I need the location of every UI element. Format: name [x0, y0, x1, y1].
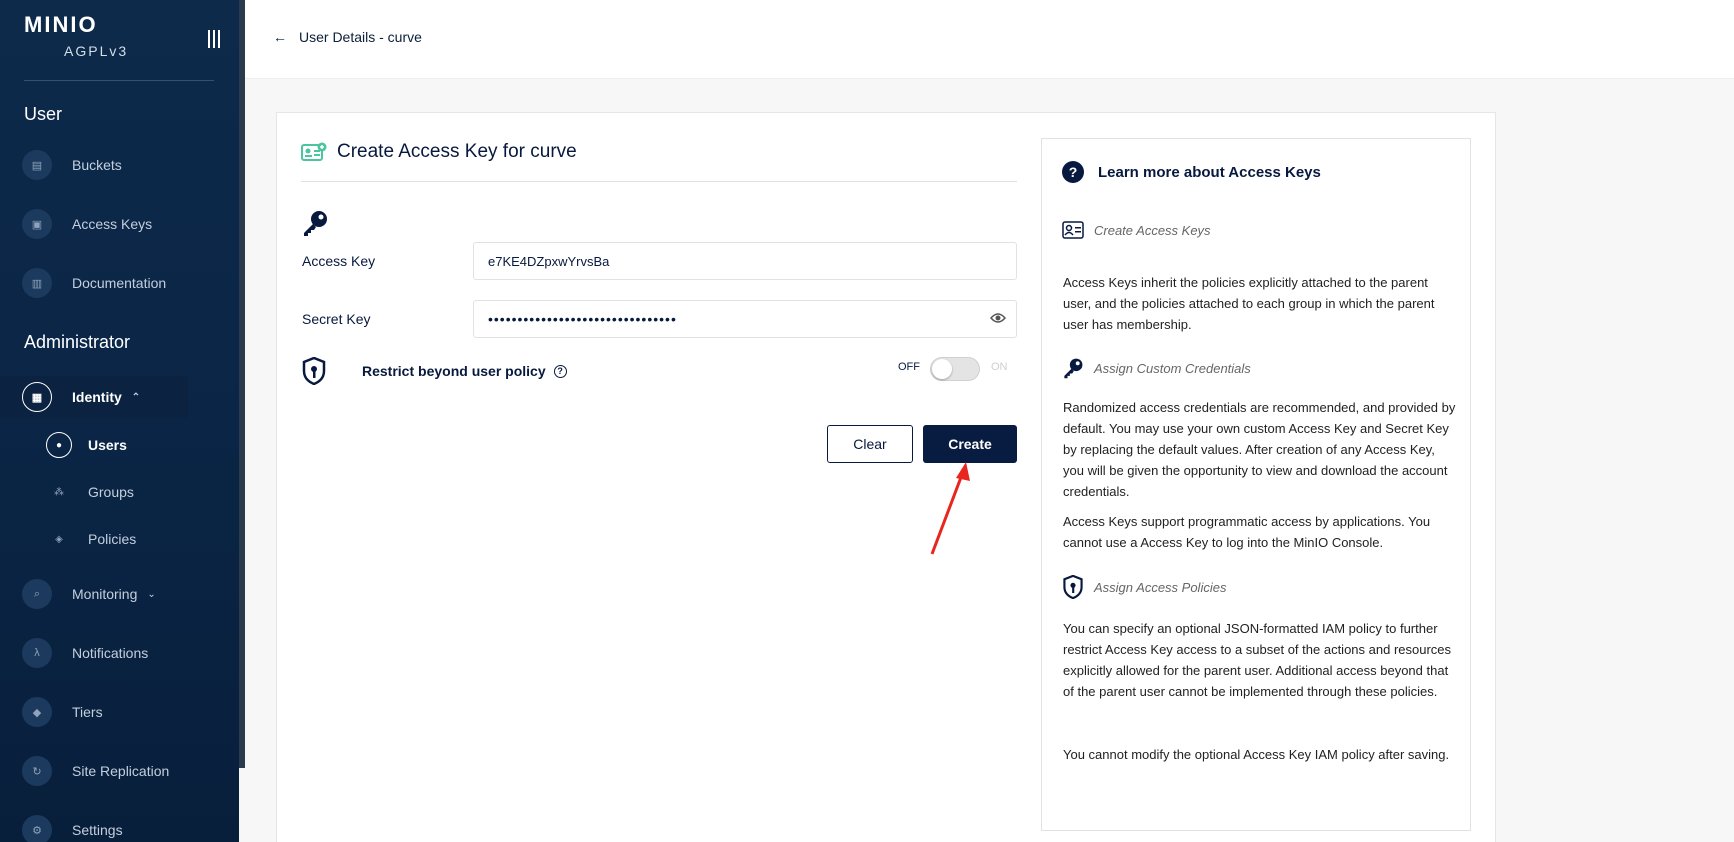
shield-icon: [1063, 575, 1083, 599]
help-text-custom-2: Access Keys support programmatic access …: [1063, 514, 1431, 550]
show-password-eye-icon[interactable]: [990, 312, 1006, 324]
title-divider: [301, 181, 1017, 182]
sidebar-item-settings[interactable]: ⚙ Settings: [22, 812, 222, 842]
help-heading-custom: Assign Custom Credentials: [1062, 357, 1251, 379]
sidebar-item-label: Buckets: [72, 157, 122, 173]
sidebar-item-access-keys[interactable]: ▣ Access Keys: [22, 206, 222, 242]
back-link[interactable]: ← User Details - curve: [273, 29, 422, 45]
secret-key-label: Secret Key: [302, 311, 371, 327]
shield-icon: [302, 357, 326, 385]
help-heading-text: Create Access Keys: [1094, 222, 1211, 238]
section-user: User: [24, 104, 63, 124]
user-icon: ●: [46, 432, 72, 458]
policy-icon: ◈: [55, 533, 63, 545]
create-button[interactable]: Create: [923, 425, 1017, 463]
sidebar-item-buckets[interactable]: ▤ Buckets: [22, 147, 222, 183]
id-card-icon: ▣: [22, 209, 52, 239]
toggle-knob: [932, 359, 952, 379]
document-icon: ▥: [22, 268, 52, 298]
key-icon: [1064, 358, 1083, 379]
form-title-text: Create Access Key for curve: [337, 141, 577, 162]
section-administrator: Administrator: [24, 332, 131, 352]
help-text-policies-1: You can specify an optional JSON-formatt…: [1063, 621, 1452, 699]
access-key-label: Access Key: [302, 253, 376, 269]
monitoring-icon: ⌕: [22, 579, 52, 609]
sidebar-item-label: Tiers: [72, 704, 103, 720]
sidebar-item-label: Documentation: [72, 275, 167, 291]
sidebar-item-identity[interactable]: ▦ Identity ⌃: [0, 376, 188, 418]
form-title: Create Access Key for curve: [301, 141, 577, 163]
chevron-up-icon: ⌃: [131, 391, 141, 403]
sidebar: MINIO AGPLv3 User ▤ Buckets ▣ Access Key…: [0, 0, 239, 842]
help-text-create: Access Keys inherit the policies explici…: [1063, 275, 1435, 332]
gear-icon: ⚙: [22, 815, 52, 842]
sidebar-item-label: Groups: [88, 484, 134, 500]
help-panel: ? Learn more about Access Keys Create Ac…: [1041, 138, 1471, 831]
key-icon: [304, 211, 327, 236]
sidebar-item-groups[interactable]: ⁂ Groups: [46, 477, 134, 507]
sidebar-item-label: Access Keys: [72, 216, 153, 232]
toggle-on-label: ON: [991, 361, 1008, 373]
sidebar-item-label: Settings: [72, 822, 123, 838]
lambda-icon: λ: [22, 638, 52, 668]
toggle-off-label: OFF: [898, 361, 920, 373]
help-heading-text: Assign Custom Credentials: [1094, 360, 1251, 376]
secret-key-input[interactable]: ••••••••••••••••••••••••••••••••: [473, 300, 1017, 338]
restrict-policy-toggle[interactable]: [930, 357, 980, 381]
groups-icon: ⁂: [54, 486, 64, 498]
help-icon[interactable]: ?: [553, 364, 567, 378]
sidebar-item-site-replication[interactable]: ↻ Site Replication: [22, 753, 222, 789]
access-key-value: e7KE4DZpxwYrvsBa: [488, 253, 610, 269]
access-key-icon: [301, 142, 327, 161]
minio-logo[interactable]: MINIO: [24, 12, 98, 38]
help-heading-policies: Assign Access Policies: [1062, 575, 1226, 599]
sidebar-item-monitoring[interactable]: ⌕ Monitoring ⌄: [22, 576, 222, 612]
help-title-text: Learn more about Access Keys: [1098, 163, 1321, 181]
bucket-icon: ▤: [22, 150, 52, 180]
help-heading-text: Assign Access Policies: [1094, 579, 1227, 595]
collapse-sidebar-icon[interactable]: [208, 30, 222, 48]
top-bar: ← User Details - curve: [245, 0, 1734, 79]
help-title: ? Learn more about Access Keys: [1062, 161, 1321, 183]
layers-icon: ◆: [22, 697, 52, 727]
help-heading-create: Create Access Keys: [1062, 221, 1211, 239]
sidebar-item-notifications[interactable]: λ Notifications: [22, 635, 222, 671]
sidebar-item-users[interactable]: ● Users: [46, 430, 127, 460]
restrict-policy-label: Restrict beyond user policy ?: [362, 363, 567, 379]
sidebar-item-label: Site Replication: [72, 763, 170, 779]
create-access-key-card: Create Access Key for curve Access Key e…: [276, 112, 1496, 842]
secret-key-value: ••••••••••••••••••••••••••••••••: [488, 311, 677, 327]
sidebar-item-documentation[interactable]: ▥ Documentation: [22, 265, 222, 301]
chevron-down-icon: ⌄: [147, 588, 156, 600]
sidebar-item-label: Policies: [88, 531, 137, 547]
access-key-input[interactable]: e7KE4DZpxwYrvsBa: [473, 242, 1017, 280]
arrow-left-icon: ←: [273, 29, 287, 45]
help-text-custom-1: Randomized access credentials are recomm…: [1063, 400, 1456, 499]
sidebar-item-label: Identity: [72, 389, 122, 405]
sidebar-item-label: Notifications: [72, 645, 149, 661]
identity-icon: ▦: [22, 382, 52, 412]
restrict-policy-text: Restrict beyond user policy: [362, 363, 546, 379]
sidebar-item-policies[interactable]: ◈ Policies: [46, 524, 136, 554]
sidebar-item-label: Monitoring: [72, 586, 138, 602]
back-label: User Details - curve: [299, 29, 422, 45]
sidebar-divider: [24, 80, 214, 81]
question-circle-icon: ?: [1062, 161, 1084, 183]
id-card-icon: [1062, 221, 1084, 239]
help-text-policies-2: You cannot modify the optional Access Ke…: [1063, 747, 1450, 762]
replication-icon: ↻: [22, 756, 52, 786]
svg-text:?: ?: [1069, 164, 1078, 180]
sidebar-scrollbar[interactable]: [239, 0, 245, 768]
edition-label: AGPLv3: [64, 43, 129, 59]
sidebar-item-label: Users: [88, 437, 127, 453]
sidebar-item-tiers[interactable]: ◆ Tiers: [22, 694, 222, 730]
clear-button[interactable]: Clear: [827, 425, 913, 463]
